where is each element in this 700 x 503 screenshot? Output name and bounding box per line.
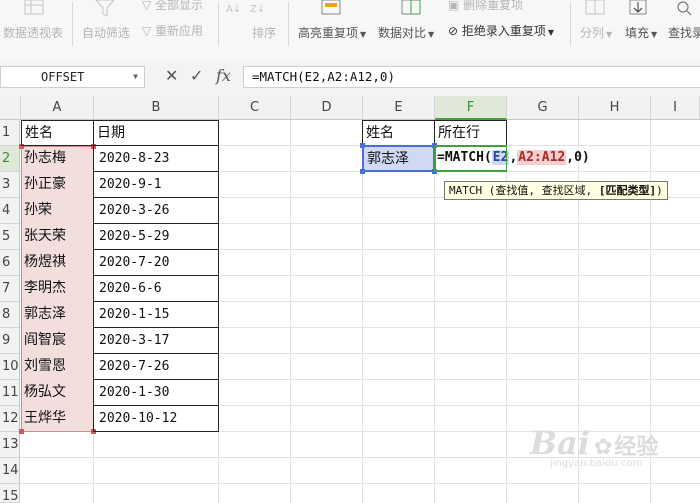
delete-duplicates-button[interactable]: ▣ 删除重复项 (448, 0, 523, 13)
gridline (506, 120, 507, 503)
cell-e2[interactable]: 郭志泽 (362, 145, 435, 172)
cell-b11[interactable]: 2020-1-30 (93, 379, 219, 406)
cell-a11[interactable]: 杨弘文 (21, 380, 94, 406)
spreadsheet-grid: A B C D E F G H I 1 2 3 4 5 6 7 8 9 10 1… (0, 96, 700, 503)
watermark: Bai ✿经验 jingyan.baidu.com (530, 424, 659, 469)
cancel-icon[interactable]: ✕ (165, 66, 178, 85)
cell-b7[interactable]: 2020-6-6 (93, 275, 219, 302)
sort-desc-icon: Z↓ (250, 4, 265, 15)
cell-b6[interactable]: 2020-7-20 (93, 249, 219, 276)
column-header-c[interactable]: C (219, 96, 291, 120)
row-header-6[interactable]: 6 (0, 250, 20, 276)
row-header-9[interactable]: 9 (0, 328, 20, 354)
delete-duplicates-icon: ▣ (448, 0, 464, 12)
ribbon-toolbar: 数据透视表 自动筛选 ▽ 全部显示 ▽ 重新应用 A↓ Z↓ 排序 高亮重复项 ▼… (0, 0, 700, 61)
svg-text:A↓: A↓ (226, 4, 241, 15)
formula-input[interactable]: =MATCH(E2,A2:A12,0) (243, 66, 700, 88)
svg-text:Z↓: Z↓ (250, 4, 265, 15)
cell-a5[interactable]: 张天荣 (21, 224, 94, 250)
reject-duplicates-icon: ⊘ (448, 24, 462, 38)
cell-b9[interactable]: 2020-3-17 (93, 327, 219, 354)
ribbon-divider (288, 2, 289, 46)
pivot-table-icon (24, 0, 44, 15)
cell-f1[interactable]: 所在行 (434, 120, 507, 146)
cell-a10[interactable]: 刘雪恩 (21, 354, 94, 380)
gridline (290, 120, 291, 503)
ribbon-divider (72, 2, 73, 46)
row-header-14[interactable]: 14 (0, 458, 20, 484)
reference-handle[interactable] (360, 143, 365, 148)
paw-icon: ✿ (593, 435, 613, 460)
row-header-2[interactable]: 2 (0, 146, 20, 172)
show-all-icon: ▽ (142, 0, 156, 12)
cell-b1[interactable]: 日期 (93, 120, 219, 146)
formula-bar: OFFSET ▼ ✕ ✓ fx =MATCH(E2,A2:A12,0) (0, 60, 700, 97)
active-cell-edge (506, 146, 507, 170)
cell-e1[interactable]: 姓名 (362, 120, 435, 146)
cell-a8[interactable]: 郭志泽 (21, 302, 94, 328)
show-all-button[interactable]: ▽ 全部显示 (142, 0, 203, 13)
cell-a9[interactable]: 阎智宸 (21, 328, 94, 354)
highlight-icon (321, 0, 341, 15)
cell-b5[interactable]: 2020-5-29 (93, 223, 219, 250)
insert-function-icon[interactable]: fx (216, 66, 231, 85)
column-header-h[interactable]: H (579, 96, 651, 120)
cell-b8[interactable]: 2020-1-15 (93, 301, 219, 328)
cell-b10[interactable]: 2020-7-26 (93, 353, 219, 380)
cell-b4[interactable]: 2020-3-26 (93, 197, 219, 224)
cell-a6[interactable]: 杨煜祺 (21, 250, 94, 276)
row-header-15[interactable]: 15 (0, 484, 20, 503)
ribbon-divider (570, 2, 571, 46)
row-header-11[interactable]: 11 (0, 380, 20, 406)
column-header-e[interactable]: E (363, 96, 435, 120)
cell-b3[interactable]: 2020-9-1 (93, 171, 219, 198)
row-header-8[interactable]: 8 (0, 302, 20, 328)
cell-b2[interactable]: 2020-8-23 (93, 145, 219, 172)
search-icon (677, 1, 692, 16)
row-header-10[interactable]: 10 (0, 354, 20, 380)
row-header-4[interactable]: 4 (0, 198, 20, 224)
column-header-a[interactable]: A (21, 96, 94, 120)
row-header-1[interactable]: 1 (0, 120, 20, 146)
column-header-f[interactable]: F (435, 96, 507, 120)
gridline (434, 120, 435, 503)
cell-a2[interactable]: 孙志梅 (21, 146, 94, 172)
sort-icon: A↓ (226, 4, 241, 15)
cell-f2-formula[interactable]: =MATCH(E2,A2:A12,0) (435, 146, 590, 170)
confirm-icon[interactable]: ✓ (190, 66, 203, 85)
column-header-d[interactable]: D (291, 96, 363, 120)
reject-duplicates-button[interactable]: ⊘ 拒绝录入重复项 ▼ (448, 22, 554, 39)
cell-a3[interactable]: 孙正豪 (21, 172, 94, 198)
ribbon-divider (218, 2, 219, 46)
function-tooltip: MATCH (查找值, 查找区域, [匹配类型]) (444, 181, 668, 200)
cell-b12[interactable]: 2020-10-12 (93, 405, 219, 432)
split-icon (585, 0, 605, 15)
row-header-3[interactable]: 3 (0, 172, 20, 198)
cell-a4[interactable]: 孙荣 (21, 198, 94, 224)
reapply-button[interactable]: ▽ 重新应用 (142, 22, 203, 39)
gridline (362, 120, 363, 503)
cell-a7[interactable]: 李明杰 (21, 276, 94, 302)
column-header-b[interactable]: B (94, 96, 219, 120)
row-header-13[interactable]: 13 (0, 432, 20, 458)
select-all-corner[interactable] (0, 96, 21, 120)
gridline (20, 483, 700, 484)
name-box[interactable]: OFFSET ▼ (0, 66, 145, 88)
row-header-12[interactable]: 12 (0, 406, 20, 432)
column-header-g[interactable]: G (507, 96, 579, 120)
row-header-5[interactable]: 5 (0, 224, 20, 250)
chevron-down-icon[interactable]: ▼ (133, 67, 138, 87)
compare-icon (401, 0, 421, 15)
reapply-icon: ▽ (142, 24, 156, 38)
row-header-7[interactable]: 7 (0, 276, 20, 302)
filter-icon (95, 0, 115, 17)
reference-handle[interactable] (360, 169, 365, 174)
cell-a1[interactable]: 姓名 (21, 120, 94, 146)
column-header-i[interactable]: I (651, 96, 700, 120)
fill-down-icon (629, 0, 647, 15)
cell-a12[interactable]: 王烨华 (21, 406, 94, 432)
